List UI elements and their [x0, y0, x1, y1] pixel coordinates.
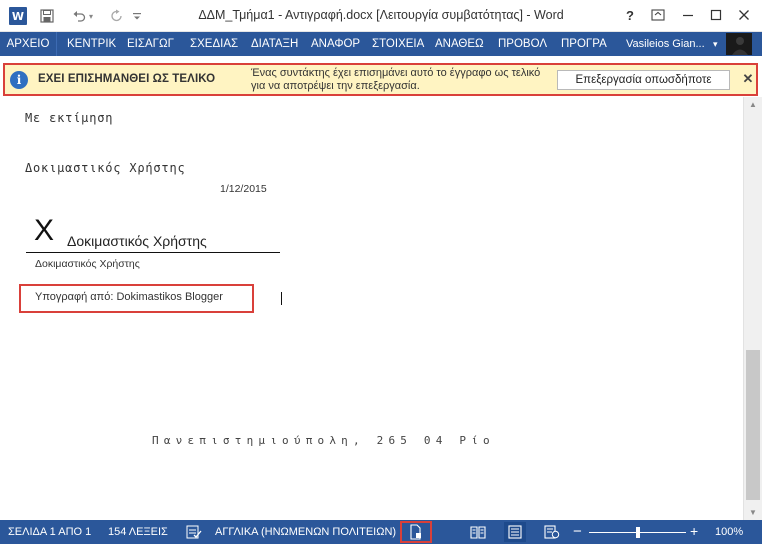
scroll-up-icon[interactable]: ▲ — [744, 97, 762, 112]
close-icon[interactable]: ✕ — [740, 70, 756, 88]
scrollbar-thumb[interactable] — [746, 350, 760, 500]
undo-dropdown-icon[interactable]: ▾ — [86, 5, 96, 27]
word-count[interactable]: 154 ΛΕΞΕΙΣ — [108, 520, 168, 544]
tab-insert[interactable]: ΕΙΣΑΓΩΓ — [127, 32, 174, 56]
ribbon-display-options-icon[interactable] — [644, 4, 672, 26]
zoom-in-button[interactable]: + — [690, 520, 698, 544]
minimize-icon[interactable] — [674, 4, 702, 26]
zoom-level[interactable]: 100% — [715, 520, 743, 544]
marked-as-final-message-bar: i ΕΧΕΙ ΕΠΙΣΗΜΑΝΘΕΙ ΩΣ ΤΕΛΙΚΟ Ένας συντάκ… — [3, 63, 758, 96]
print-layout-icon[interactable] — [504, 522, 526, 542]
tab-home[interactable]: ΚΕΝΤΡΙΚ — [67, 32, 116, 56]
signature-name: Δοκιμαστικός Χρήστης — [67, 233, 207, 249]
tab-developer[interactable]: ΠΡΟΓΡΑ — [561, 32, 607, 56]
tab-review[interactable]: ΑΝΑΘΕΩ — [435, 32, 484, 56]
tab-mailings[interactable]: ΣΤΟΙΧΕΙΑ — [372, 32, 424, 56]
signature-caption: Δοκιμαστικός Χρήστης — [35, 258, 140, 270]
tab-layout[interactable]: ΔΙΑΤΑΞΗ — [251, 32, 298, 56]
signed-by-highlight: Υπογραφή από: Dokimastikos Blogger — [19, 284, 254, 313]
scroll-down-icon[interactable]: ▼ — [744, 505, 762, 520]
read-mode-icon[interactable] — [470, 524, 486, 540]
zoom-slider-thumb[interactable] — [635, 527, 640, 538]
tab-file[interactable]: ΑΡΧΕΙΟ — [0, 32, 57, 56]
maximize-icon[interactable] — [702, 4, 730, 26]
edit-anyway-button[interactable]: Επεξεργασία οπωσδήποτε — [557, 70, 730, 90]
message-bar-text: Ένας συντάκτης έχει επισημάνει αυτό το έ… — [251, 67, 541, 92]
language-indicator[interactable]: ΑΓΓΛΙΚΑ (ΗΝΩΜΕΝΩΝ ΠΟΛΙΤΕΙΩΝ) — [215, 520, 396, 544]
vertical-scrollbar[interactable]: ▲ ▼ — [743, 97, 762, 520]
signature-x-mark: X — [34, 214, 55, 247]
text-cursor — [281, 292, 282, 305]
close-icon[interactable] — [730, 4, 758, 26]
info-icon: i — [10, 71, 28, 89]
help-button[interactable]: ? — [616, 4, 644, 26]
signature-date: 1/12/2015 — [220, 183, 267, 195]
tab-view[interactable]: ΠΡΟΒΟΛ — [498, 32, 547, 56]
read-mode-highlight[interactable] — [400, 521, 432, 543]
avatar[interactable] — [726, 33, 752, 55]
chevron-down-icon[interactable]: ▾ — [713, 32, 718, 56]
tab-references[interactable]: ΑΝΑΦΟΡ — [311, 32, 360, 56]
zoom-out-button[interactable]: − — [573, 520, 582, 544]
user-account-name[interactable]: Vasileios Gian... — [626, 32, 705, 56]
customize-qat-icon[interactable] — [130, 5, 144, 27]
page-count[interactable]: ΣΕΛΙΔΑ 1 ΑΠΟ 1 — [8, 520, 91, 544]
ribbon-tabs: ΑΡΧΕΙΟ ΚΕΝΤΡΙΚ ΕΙΣΑΓΩΓ ΣΧΕΔΙΑΣ ΔΙΑΤΑΞΗ Α… — [0, 32, 762, 56]
signer-name-text: Δοκιμαστικός Χρήστης — [25, 161, 186, 175]
redo-icon[interactable] — [106, 5, 128, 27]
signed-by-text: Υπογραφή από: Dokimastikos Blogger — [35, 291, 223, 303]
signature-line — [26, 252, 280, 253]
document-lock-icon[interactable] — [409, 524, 423, 540]
title-bar: W ▾ ΔΔΜ_Τμήμα1 - Αντιγραφή.docx [Λειτουρ… — [0, 0, 762, 32]
window-title: ΔΔΜ_Τμήμα1 - Αντιγραφή.docx [Λειτουργία … — [198, 8, 564, 22]
proofing-icon[interactable] — [186, 520, 202, 544]
closing-text: Με εκτίμηση — [25, 111, 114, 125]
message-bar-title: ΕΧΕΙ ΕΠΙΣΗΜΑΝΘΕΙ ΩΣ ΤΕΛΙΚΟ — [38, 73, 216, 85]
status-bar: ΣΕΛΙΔΑ 1 ΑΠΟ 1 154 ΛΕΞΕΙΣ ΑΓΓΛΙΚΑ (ΗΝΩΜΕ… — [0, 520, 762, 544]
web-layout-icon[interactable] — [544, 524, 560, 540]
save-icon[interactable] — [36, 5, 58, 27]
footer-address: Πανεπιστημιούπολη, 265 04 Ρίο — [152, 434, 495, 447]
document-page[interactable]: Με εκτίμηση Δοκιμαστικός Χρήστης 1/12/20… — [0, 97, 743, 520]
tab-design[interactable]: ΣΧΕΔΙΑΣ — [190, 32, 238, 56]
word-app-icon[interactable]: W — [9, 7, 27, 25]
